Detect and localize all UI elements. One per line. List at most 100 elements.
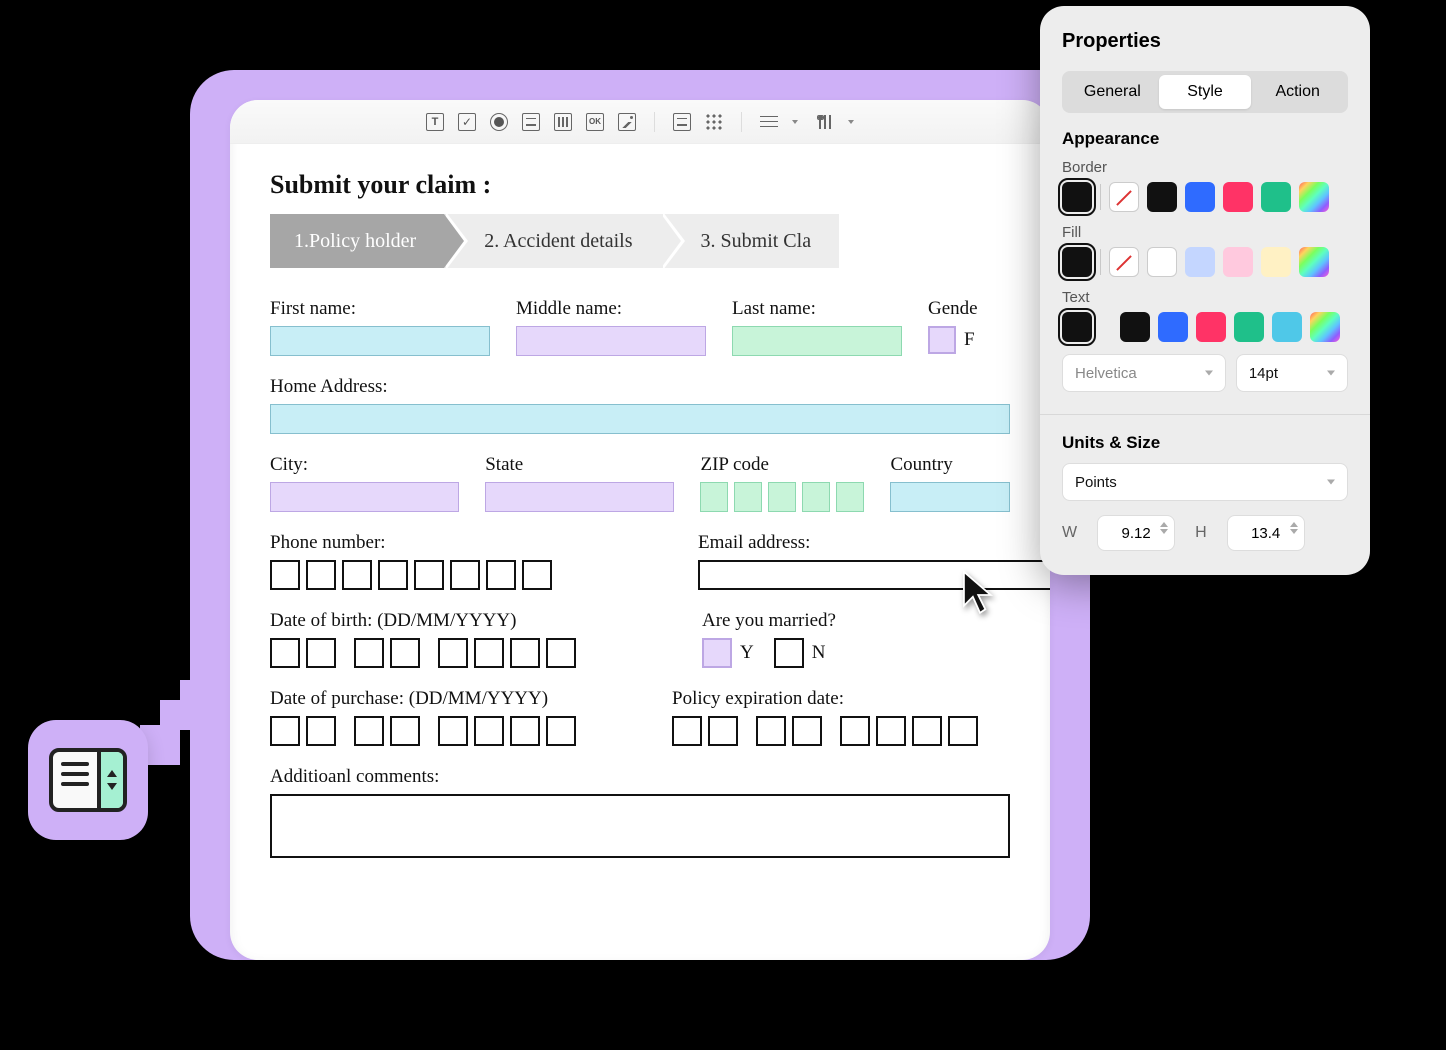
first-name-label: First name: (270, 298, 490, 320)
font-select[interactable]: Helvetica (1062, 354, 1226, 392)
married-yes-box[interactable] (702, 638, 732, 668)
married-label: Are you married? (702, 610, 836, 632)
font-size-value: 14pt (1249, 365, 1278, 382)
connector-pixels (140, 680, 220, 780)
adjust-caret-icon[interactable] (848, 120, 854, 124)
border-swatch-custom[interactable] (1299, 182, 1329, 212)
grid-icon[interactable] (705, 113, 723, 131)
comments-label: Additioanl comments: (270, 766, 1010, 788)
first-name-input[interactable] (270, 326, 490, 356)
fill-swatch-white[interactable] (1147, 247, 1177, 277)
height-label: H (1195, 524, 1207, 542)
combo-icon[interactable] (554, 113, 572, 131)
expiry-label: Policy expiration date: (672, 688, 978, 710)
home-address-input[interactable] (270, 404, 1010, 434)
text-swatch-custom[interactable] (1310, 312, 1340, 342)
married-no-label: N (812, 642, 826, 664)
height-input[interactable]: 13.4 (1227, 515, 1305, 551)
cursor-icon (960, 570, 988, 610)
align-icon[interactable] (760, 113, 778, 131)
checkbox-icon[interactable] (458, 113, 476, 131)
last-name-label: Last name: (732, 298, 902, 320)
text-swatches (1062, 312, 1348, 342)
chevron-down-icon (1327, 371, 1335, 376)
dop-label: Date of purchase: (DD/MM/YYYY) (270, 688, 576, 710)
panel-title: Properties (1062, 30, 1348, 53)
border-swatches (1062, 182, 1348, 212)
fill-swatch-lyellow[interactable] (1261, 247, 1291, 277)
progress-stepper: 1.Policy holder 2. Accident details 3. S… (270, 214, 1010, 268)
widget-icon-card (28, 720, 148, 840)
toolbar (230, 100, 1050, 144)
border-swatch-none[interactable] (1109, 182, 1139, 212)
zip-label: ZIP code (700, 454, 864, 476)
step-submit-claim[interactable]: 3. Submit Cla (661, 214, 840, 268)
appearance-heading: Appearance (1062, 129, 1348, 149)
text-swatch-green[interactable] (1234, 312, 1264, 342)
step-policy-holder[interactable]: 1.Policy holder (270, 214, 444, 268)
city-label: City: (270, 454, 459, 476)
married-no-box[interactable] (774, 638, 804, 668)
text-swatch-blue[interactable] (1158, 312, 1188, 342)
border-label: Border (1062, 159, 1348, 176)
align-caret-icon[interactable] (792, 120, 798, 124)
text-swatch-cyan[interactable] (1272, 312, 1302, 342)
home-address-label: Home Address: (270, 376, 1010, 398)
button-icon[interactable] (586, 113, 604, 131)
width-label: W (1062, 524, 1077, 542)
middle-name-input[interactable] (516, 326, 706, 356)
width-input[interactable]: 9.12 (1097, 515, 1175, 551)
units-value: Points (1075, 474, 1117, 491)
font-value: Helvetica (1075, 365, 1137, 382)
tab-action[interactable]: Action (1251, 75, 1344, 109)
fill-swatch-lblue[interactable] (1185, 247, 1215, 277)
married-yes-label: Y (740, 642, 754, 664)
country-label: Country (890, 454, 1010, 476)
fill-swatch-lpink[interactable] (1223, 247, 1253, 277)
middle-name-label: Middle name: (516, 298, 706, 320)
adjust-icon[interactable] (816, 113, 834, 131)
border-swatch-green[interactable] (1261, 182, 1291, 212)
panel-tabs: General Style Action (1062, 71, 1348, 113)
tab-general[interactable]: General (1066, 75, 1159, 109)
font-size-select[interactable]: 14pt (1236, 354, 1348, 392)
text-field-icon[interactable] (426, 113, 444, 131)
step-accident-details[interactable]: 2. Accident details (444, 214, 660, 268)
country-input[interactable] (890, 482, 1010, 512)
document-window: Submit your claim : 1.Policy holder 2. A… (230, 100, 1050, 960)
list-stepper-icon (49, 748, 127, 812)
gender-value: F (964, 329, 975, 351)
tab-style[interactable]: Style (1159, 75, 1252, 109)
image-icon[interactable] (618, 113, 636, 131)
date-icon[interactable] (673, 113, 691, 131)
comments-input[interactable] (270, 794, 1010, 858)
state-input[interactable] (485, 482, 674, 512)
zip-input[interactable] (700, 482, 864, 512)
radio-icon[interactable] (490, 113, 508, 131)
border-swatch-black[interactable] (1147, 182, 1177, 212)
border-swatch-selected[interactable] (1062, 182, 1092, 212)
gender-label: Gende (928, 298, 1008, 320)
dob-input[interactable] (270, 638, 576, 668)
border-swatch-blue[interactable] (1185, 182, 1215, 212)
fill-swatch-none[interactable] (1109, 247, 1139, 277)
border-swatch-pink[interactable] (1223, 182, 1253, 212)
text-swatch-black[interactable] (1120, 312, 1150, 342)
state-label: State (485, 454, 674, 476)
width-value: 9.12 (1122, 525, 1151, 542)
fill-swatches (1062, 247, 1348, 277)
city-input[interactable] (270, 482, 459, 512)
units-select[interactable]: Points (1062, 463, 1348, 501)
text-swatch-selected[interactable] (1062, 312, 1092, 342)
fill-swatch-selected[interactable] (1062, 247, 1092, 277)
expiry-input[interactable] (672, 716, 978, 746)
dop-input[interactable] (270, 716, 576, 746)
last-name-input[interactable] (732, 326, 902, 356)
list-icon[interactable] (522, 113, 540, 131)
gender-box[interactable] (928, 326, 956, 354)
text-swatch-pink[interactable] (1196, 312, 1226, 342)
fill-swatch-custom[interactable] (1299, 247, 1329, 277)
fill-label: Fill (1062, 224, 1348, 241)
phone-input[interactable] (270, 560, 552, 590)
chevron-down-icon (1205, 371, 1213, 376)
